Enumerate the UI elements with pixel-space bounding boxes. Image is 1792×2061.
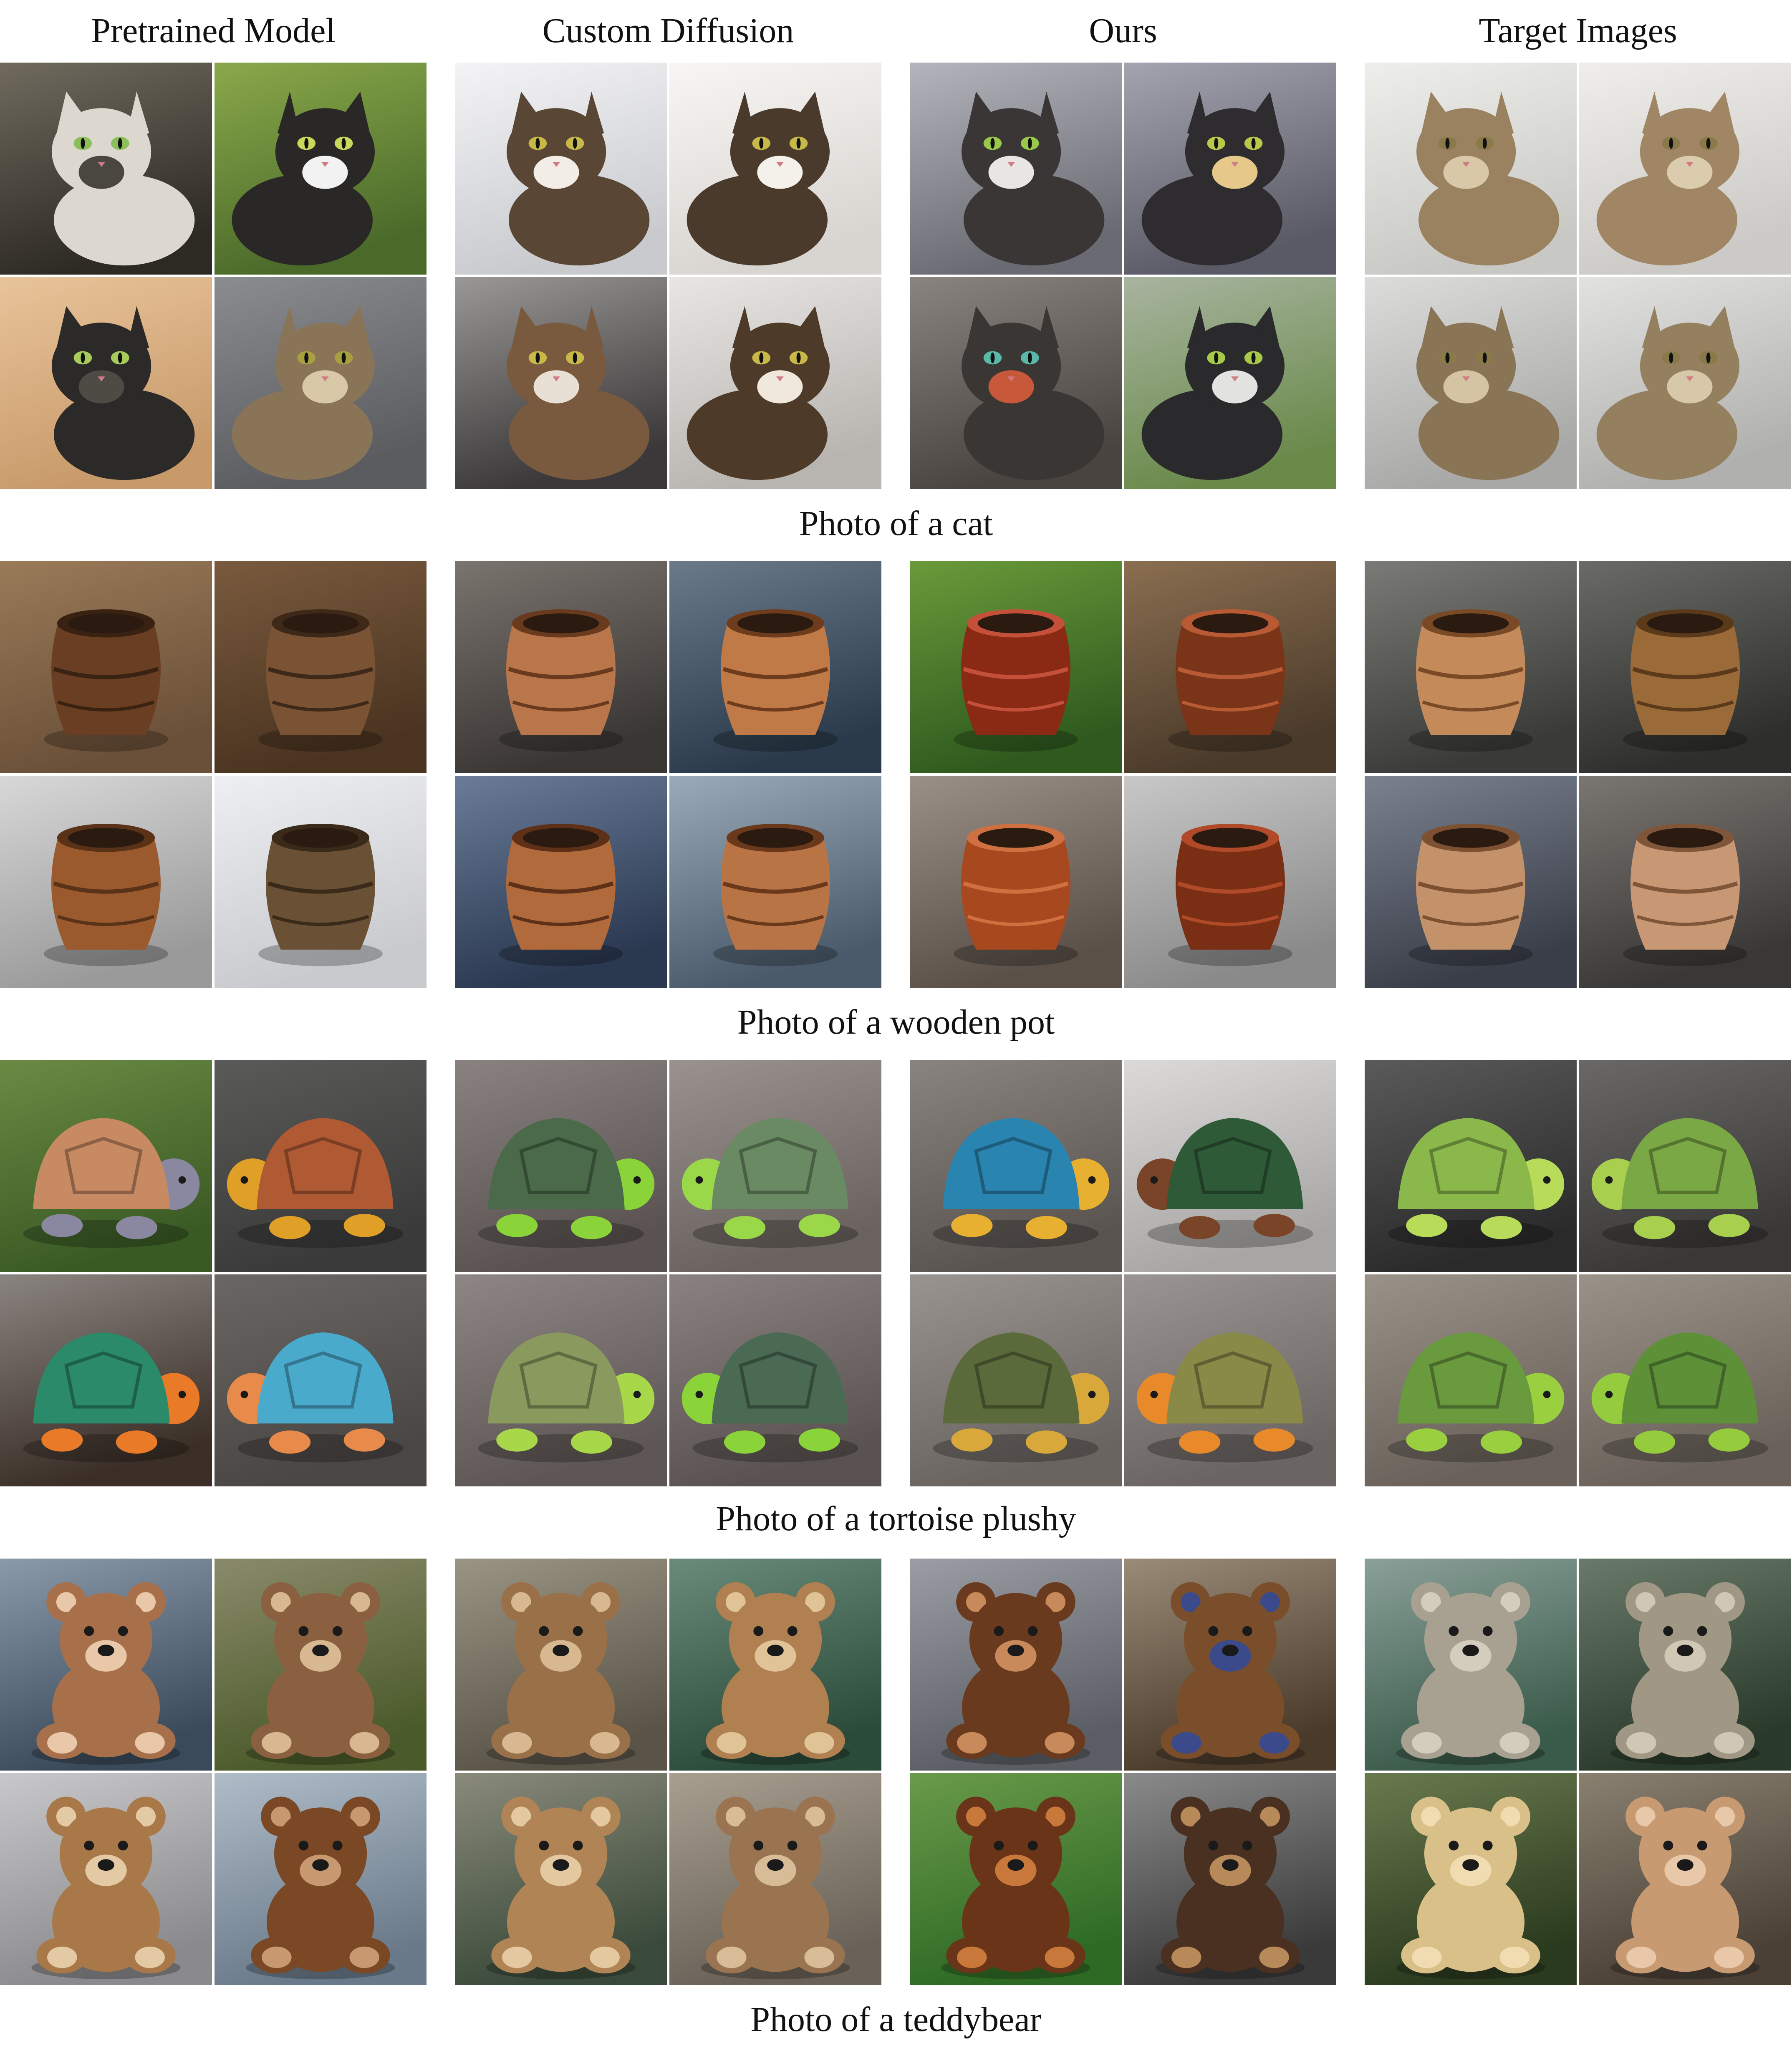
image-block-pot-pretrained [0,561,427,988]
pot-image [0,776,212,988]
cat-image [1365,277,1577,489]
image-block-bear-ours [910,1559,1336,1985]
bear-image [0,1559,212,1771]
image-block-cat-custom-diffusion [455,63,881,489]
pot-image [1124,776,1336,988]
image-block-tortoise-pretrained [0,1060,427,1486]
image-block-cat-target [1365,63,1791,489]
cat-image [0,277,212,489]
cat-image [455,63,667,275]
pot-image [1365,561,1577,773]
cat-image [0,63,212,275]
tortoise-image [910,1060,1122,1272]
pot-image [1579,561,1791,773]
pot-image [669,776,881,988]
tortoise-image [1365,1060,1577,1272]
image-block-tortoise-ours [910,1060,1336,1486]
pot-image [1579,776,1791,988]
bear-image [669,1773,881,1985]
image-block-pot-custom-diffusion [455,561,881,988]
image-block-tortoise-target [1365,1060,1791,1486]
column-header-custom-diffusion: Custom Diffusion [542,11,794,50]
caption-teddybear: Photo of a teddybear [750,2000,1042,2039]
image-block-bear-pretrained [0,1559,427,1985]
cat-image [910,63,1122,275]
bear-image [455,1773,667,1985]
image-block-cat-pretrained [0,63,427,489]
tortoise-image [455,1274,667,1486]
bear-image [1365,1559,1577,1771]
cat-image [455,277,667,489]
tortoise-image [1579,1060,1791,1272]
pot-image [455,776,667,988]
bear-image [1579,1559,1791,1771]
cat-image [1124,63,1336,275]
tortoise-image [910,1274,1122,1486]
cat-image [1579,277,1791,489]
cat-image [910,277,1122,489]
tortoise-image [215,1274,427,1486]
pot-image [215,561,427,773]
tortoise-image [455,1060,667,1272]
pot-image [0,561,212,773]
cat-image [215,63,427,275]
pot-image [455,561,667,773]
image-block-bear-target [1365,1559,1791,1985]
bear-image [910,1559,1122,1771]
bear-image [215,1559,427,1771]
tortoise-image [215,1060,427,1272]
pot-image [215,776,427,988]
image-block-cat-ours [910,63,1336,489]
column-header-pretrained: Pretrained Model [91,11,336,50]
bear-image [1124,1559,1336,1771]
bear-image [0,1773,212,1985]
image-block-pot-target [1365,561,1791,988]
cat-image [215,277,427,489]
bear-image [455,1559,667,1771]
caption-wooden-pot: Photo of a wooden pot [737,1003,1055,1042]
tortoise-image [669,1274,881,1486]
pot-image [910,561,1122,773]
tortoise-image [0,1060,212,1272]
tortoise-image [1579,1274,1791,1486]
bear-image [1124,1773,1336,1985]
column-header-ours: Ours [1089,11,1157,50]
tortoise-image [1124,1060,1336,1272]
caption-cat: Photo of a cat [799,504,993,543]
bear-image [1365,1773,1577,1985]
tortoise-image [0,1274,212,1486]
column-header-target: Target Images [1479,11,1677,50]
tortoise-image [1365,1274,1577,1486]
caption-tortoise-plushy: Photo of a tortoise plushy [716,1499,1076,1538]
tortoise-image [669,1060,881,1272]
pot-image [669,561,881,773]
cat-image [1124,277,1336,489]
cat-image [1365,63,1577,275]
pot-image [910,776,1122,988]
image-block-pot-ours [910,561,1336,988]
pot-image [1365,776,1577,988]
cat-image [669,63,881,275]
bear-image [1579,1773,1791,1985]
image-block-tortoise-custom-diffusion [455,1060,881,1486]
bear-image [669,1559,881,1771]
image-block-bear-custom-diffusion [455,1559,881,1985]
cat-image [669,277,881,489]
cat-image [1579,63,1791,275]
bear-image [215,1773,427,1985]
tortoise-image [1124,1274,1336,1486]
pot-image [1124,561,1336,773]
bear-image [910,1773,1122,1985]
